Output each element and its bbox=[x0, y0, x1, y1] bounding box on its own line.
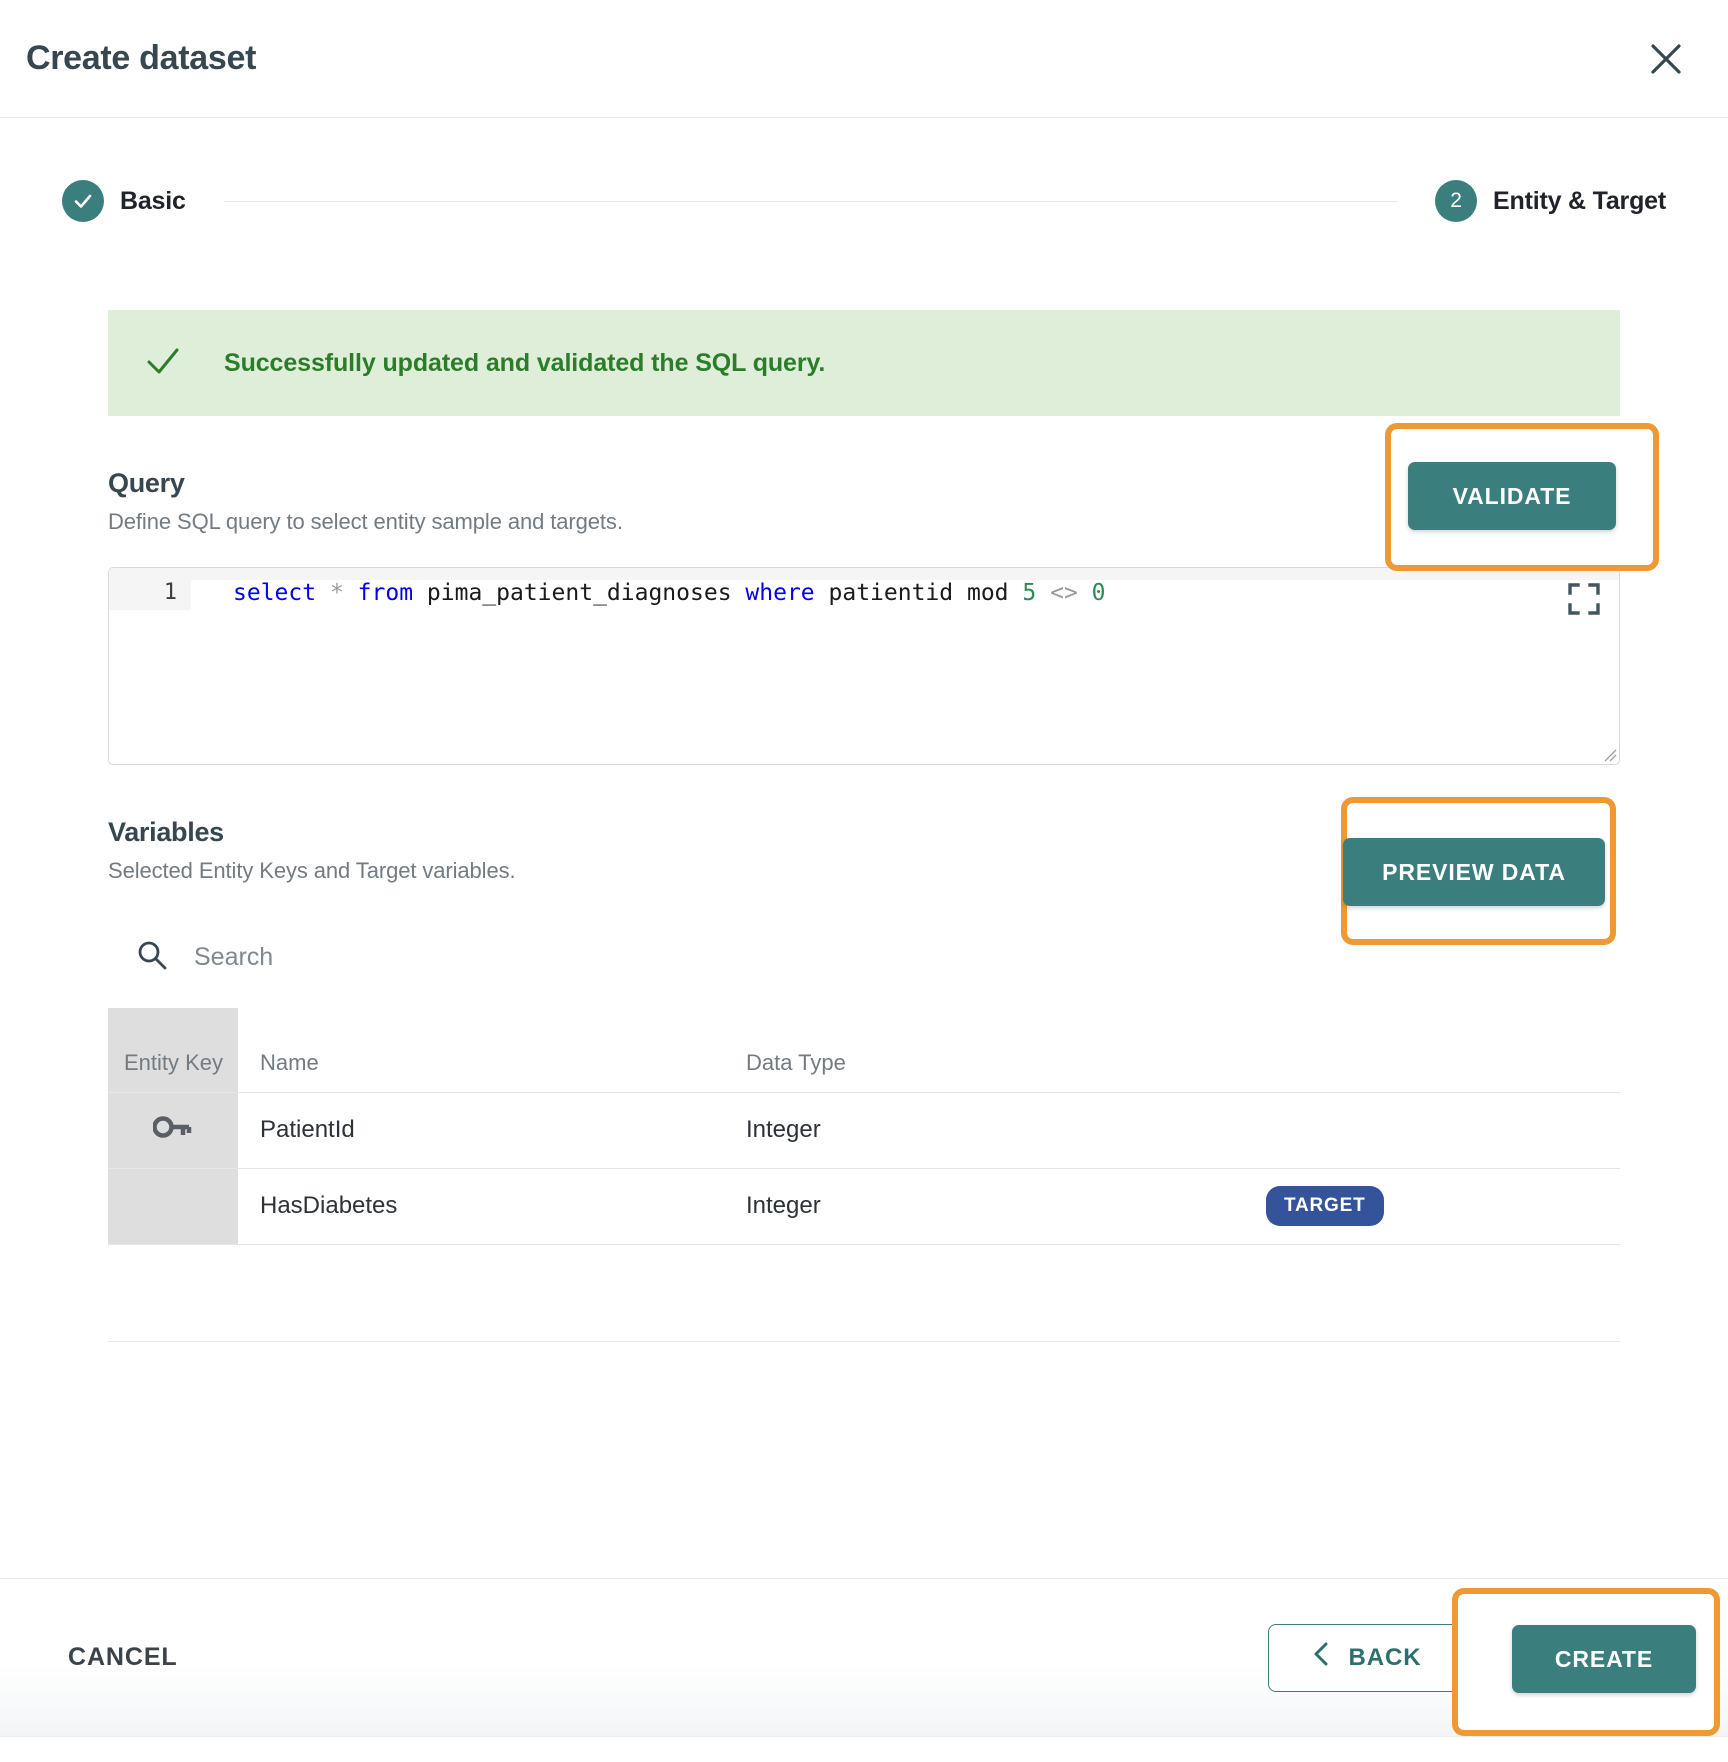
sql-line-number: 1 bbox=[109, 580, 191, 605]
check-icon bbox=[144, 342, 182, 385]
close-button[interactable] bbox=[1640, 33, 1692, 85]
status-badge: TARGET bbox=[1266, 1186, 1384, 1226]
cell-data-type: Integer bbox=[746, 1116, 821, 1143]
stepper-label-entity-target: Entity & Target bbox=[1493, 186, 1666, 215]
check-icon bbox=[71, 189, 95, 213]
close-icon bbox=[1648, 41, 1684, 77]
back-button-label: BACK bbox=[1348, 1643, 1422, 1671]
query-section: Query Define SQL query to select entity … bbox=[108, 468, 1620, 535]
validate-button[interactable]: VALIDATE bbox=[1408, 462, 1616, 530]
cell-entity-key[interactable] bbox=[108, 1168, 238, 1244]
variables-table-head: Entity Key Name Data Type bbox=[108, 1008, 1620, 1092]
sql-editor-line: 1 select * from pima_patient_diagnoses w… bbox=[109, 568, 1619, 610]
table-row[interactable]: PatientId Integer bbox=[108, 1092, 1620, 1168]
create-button[interactable]: CREATE bbox=[1512, 1625, 1696, 1693]
column-header-data-type: Data Type bbox=[746, 1049, 846, 1075]
stepper-step-entity-target[interactable]: 2 Entity & Target bbox=[1435, 180, 1666, 222]
step-entity-marker: 2 bbox=[1435, 180, 1478, 222]
cancel-button[interactable]: CANCEL bbox=[68, 1643, 178, 1672]
table-header-row: Entity Key Name Data Type bbox=[108, 1008, 1620, 1092]
variables-search[interactable]: Search bbox=[108, 930, 1620, 984]
cell-data-type: Integer bbox=[746, 1192, 821, 1219]
table-footer-divider bbox=[108, 1340, 1620, 1342]
back-button[interactable]: BACK bbox=[1268, 1623, 1464, 1692]
search-icon bbox=[136, 939, 168, 976]
table-row[interactable]: HasDiabetes Integer TARGET bbox=[108, 1168, 1620, 1244]
column-header-entity-key: Entity Key bbox=[108, 1008, 238, 1092]
cell-badge bbox=[1266, 1092, 1620, 1168]
stepper-label-basic: Basic bbox=[120, 186, 186, 215]
stepper-step-basic[interactable]: Basic bbox=[62, 180, 186, 222]
cell-badge: TARGET bbox=[1266, 1168, 1620, 1244]
variables-table: Entity Key Name Data Type PatientId Inte… bbox=[108, 1008, 1620, 1245]
cell-variable-name: HasDiabetes bbox=[260, 1192, 398, 1219]
page-title: Create dataset bbox=[26, 39, 257, 77]
cell-variable-name: PatientId bbox=[260, 1116, 355, 1143]
sql-query-text[interactable]: select * from pima_patient_diagnoses whe… bbox=[191, 580, 1619, 610]
stepper: Basic 2 Entity & Target bbox=[0, 118, 1728, 222]
key-icon bbox=[152, 1115, 193, 1146]
query-title: Query bbox=[108, 468, 185, 498]
window-bottom-strip bbox=[0, 1736, 1728, 1762]
step-basic-marker bbox=[62, 180, 104, 222]
editor-resize-handle[interactable] bbox=[1601, 746, 1617, 762]
sql-editor[interactable]: 1 select * from pima_patient_diagnoses w… bbox=[108, 567, 1620, 765]
alert-message: Successfully updated and validated the S… bbox=[224, 348, 826, 377]
stepper-connector bbox=[223, 200, 1398, 202]
dialog-footer: CANCEL BACK bbox=[0, 1578, 1728, 1736]
query-subtitle: Define SQL query to select entity sample… bbox=[108, 509, 623, 534]
column-header-name: Name bbox=[260, 1049, 319, 1075]
column-header-badge bbox=[1266, 1008, 1620, 1092]
search-input[interactable]: Search bbox=[194, 943, 273, 972]
chevron-left-icon bbox=[1311, 1641, 1331, 1674]
variables-table-body: PatientId Integer HasDiabetes Integer TA… bbox=[108, 1092, 1620, 1244]
cell-entity-key[interactable] bbox=[108, 1092, 238, 1168]
dialog-header: Create dataset bbox=[0, 0, 1728, 118]
preview-data-button[interactable]: PREVIEW DATA bbox=[1343, 838, 1605, 906]
success-alert: Successfully updated and validated the S… bbox=[108, 310, 1620, 416]
fullscreen-icon[interactable] bbox=[1567, 582, 1601, 621]
